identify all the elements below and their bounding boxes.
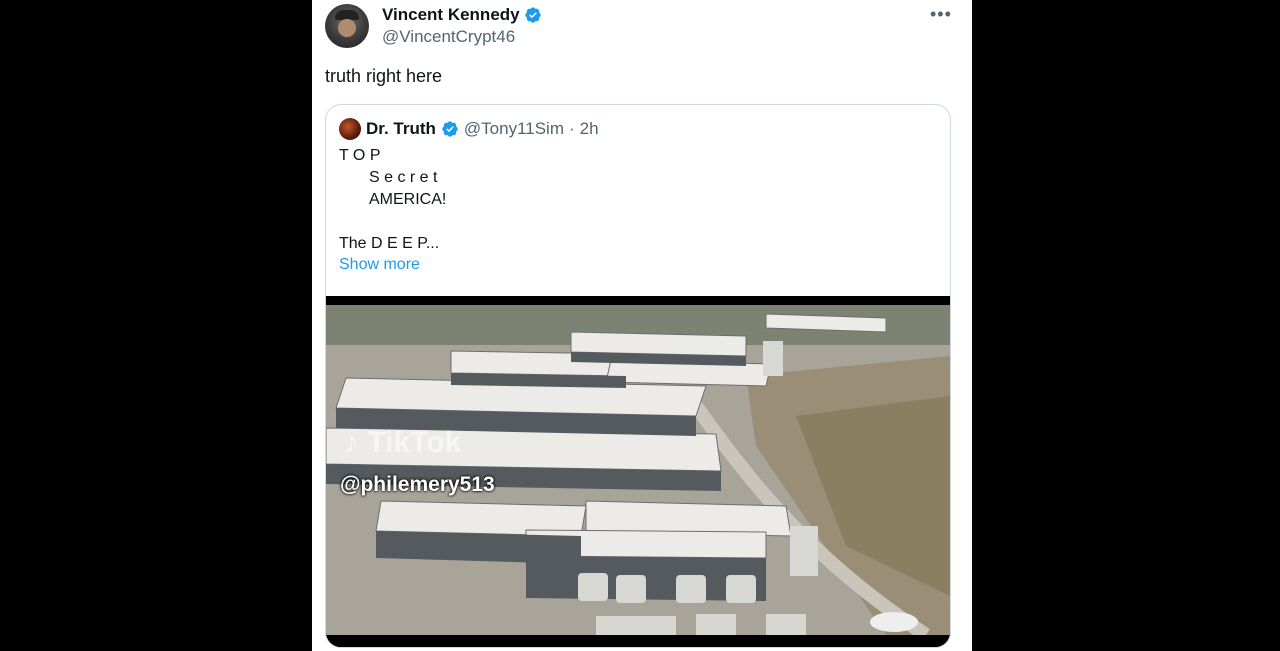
quoted-header: Dr. Truth @Tony11Sim · 2h xyxy=(339,118,599,140)
tweet-card: Vincent Kennedy @VincentCrypt46 ••• trut… xyxy=(312,0,972,651)
tiktok-logo-icon: ♪ xyxy=(344,426,359,459)
quoted-tweet[interactable]: Dr. Truth @Tony11Sim · 2h T O P S e c r … xyxy=(325,104,951,648)
dot-separator: · xyxy=(569,119,575,138)
tiktok-watermark-handle: @philemery513 xyxy=(340,473,495,496)
more-options-icon[interactable]: ••• xyxy=(930,4,952,25)
tiktok-brand: TikTok xyxy=(367,426,462,459)
author-name-row: Vincent Kennedy xyxy=(382,5,542,25)
tiktok-watermark: ♪ TikTok xyxy=(344,426,461,460)
video-thumbnail[interactable]: ♪ TikTok @philemery513 xyxy=(326,296,950,647)
author-avatar[interactable] xyxy=(325,4,369,48)
quoted-avatar[interactable] xyxy=(339,118,361,140)
aerial-facility-image xyxy=(326,296,950,647)
quoted-line: AMERICA! xyxy=(369,191,447,208)
verified-badge-icon xyxy=(524,7,541,23)
quoted-line: S e c r e t xyxy=(369,169,438,186)
show-more-link[interactable]: Show more xyxy=(339,256,420,274)
quoted-line: The D E E P... xyxy=(339,235,440,252)
quoted-timestamp[interactable]: 2h xyxy=(580,119,599,139)
quoted-line: T O P xyxy=(339,147,381,164)
quoted-text: T O P S e c r e t AMERICA! The D E E P..… xyxy=(339,145,446,255)
author-name[interactable]: Vincent Kennedy xyxy=(382,5,520,25)
quoted-author-handle[interactable]: @Tony11Sim xyxy=(464,119,564,139)
avatar-face xyxy=(338,19,356,37)
tweet-text: truth right here xyxy=(325,66,443,86)
verified-badge-icon xyxy=(442,121,458,137)
quoted-author-name[interactable]: Dr. Truth xyxy=(366,119,436,139)
author-handle[interactable]: @VincentCrypt46 xyxy=(382,27,515,47)
